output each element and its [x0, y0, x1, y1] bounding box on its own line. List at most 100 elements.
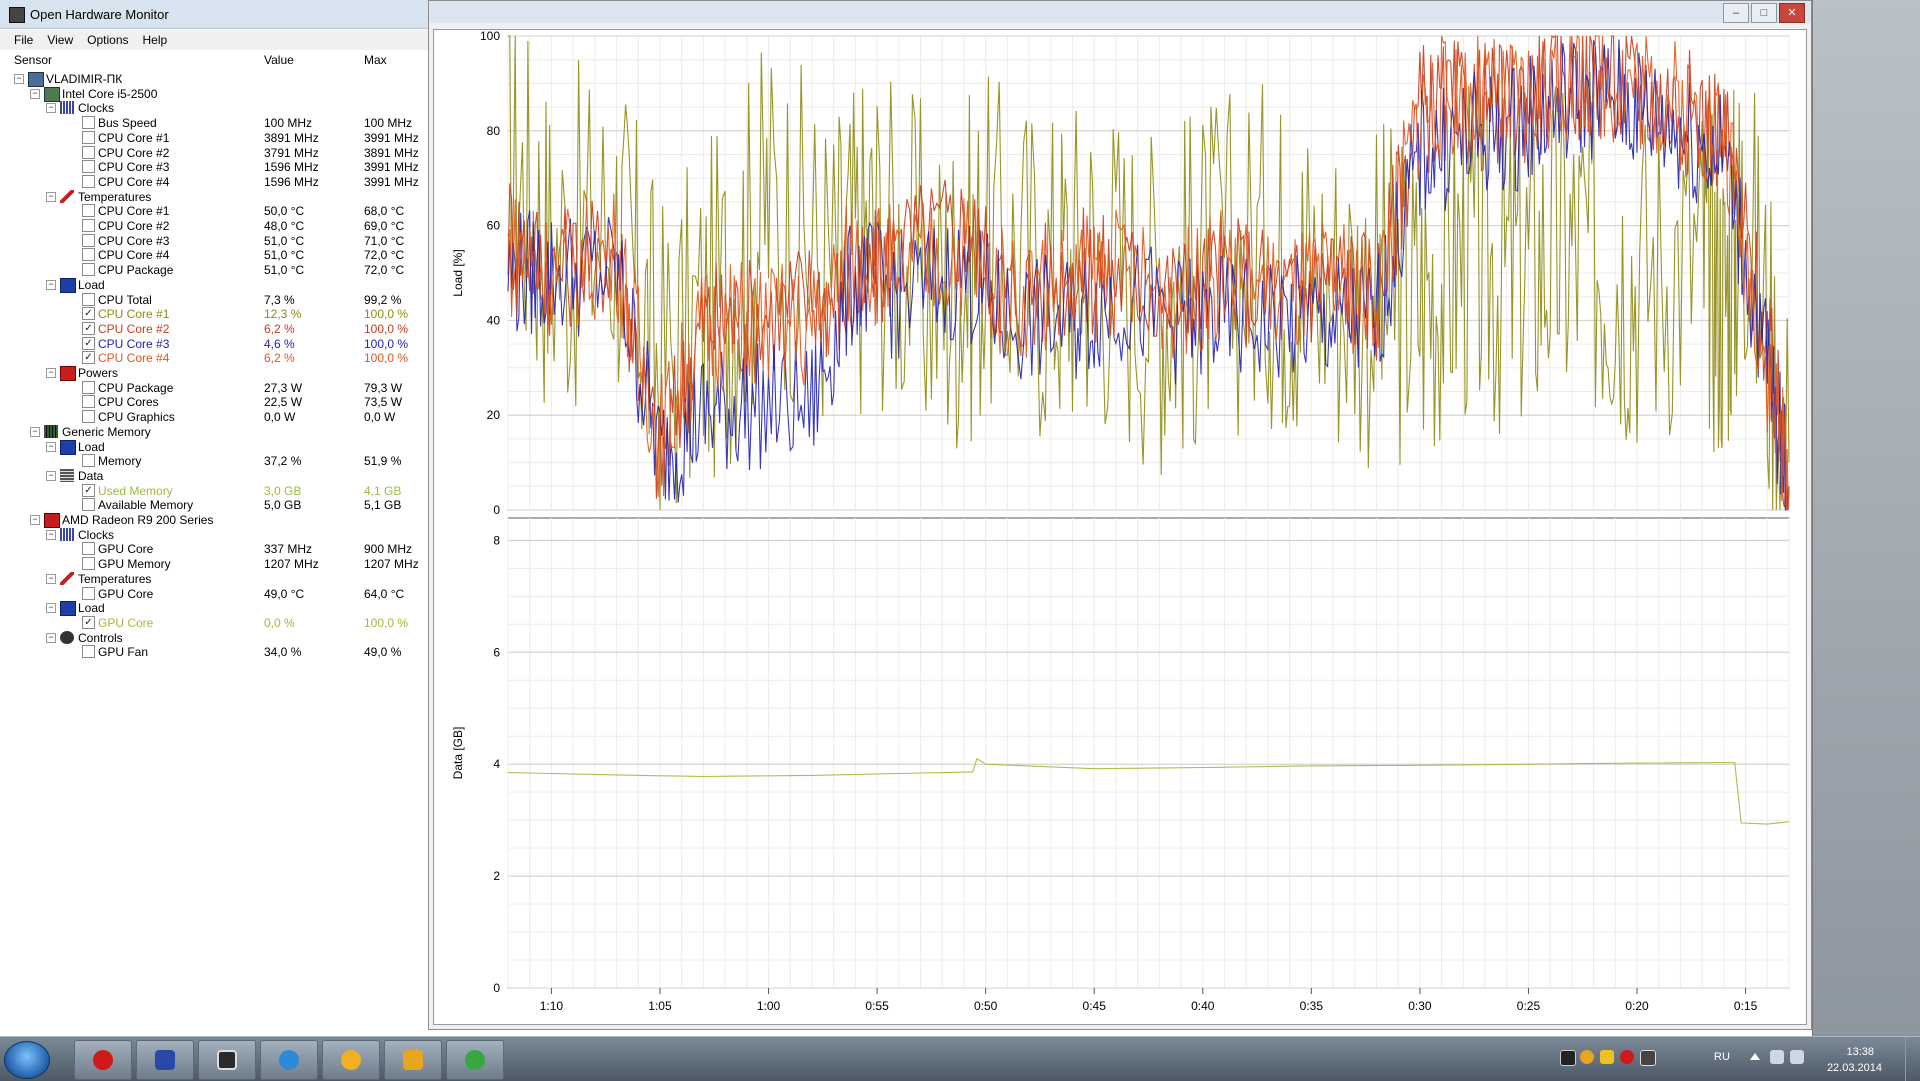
- y-tick-label: 8: [493, 533, 500, 547]
- collapse-toggle[interactable]: −: [46, 368, 56, 378]
- menu-view[interactable]: View: [47, 33, 73, 47]
- x-tick-label: 1:10: [540, 999, 564, 1013]
- plot-checkbox[interactable]: [82, 542, 95, 556]
- plot-checkbox[interactable]: ✓: [82, 336, 95, 350]
- plot-checkbox[interactable]: ✓: [82, 307, 95, 321]
- plot-checkbox[interactable]: ✓: [82, 351, 95, 365]
- collapse-toggle[interactable]: −: [46, 191, 56, 202]
- y-tick-label: 100: [480, 30, 500, 43]
- plot-checkbox[interactable]: [82, 219, 95, 232]
- tray-expand-icon[interactable]: [1750, 1053, 1760, 1060]
- plot-checkbox[interactable]: [82, 380, 95, 394]
- plot-checkbox[interactable]: [82, 233, 95, 247]
- monitor-icon[interactable]: [1560, 1050, 1576, 1066]
- collapse-toggle[interactable]: −: [46, 470, 56, 481]
- opera-icon[interactable]: [1620, 1050, 1634, 1064]
- y-tick-label: 4: [493, 757, 500, 771]
- close-button[interactable]: ✕: [1779, 3, 1805, 23]
- plot-checkbox[interactable]: [82, 645, 95, 659]
- x-tick-label: 1:00: [757, 999, 781, 1013]
- network-icon[interactable]: [1790, 1050, 1804, 1064]
- plot-checkbox[interactable]: ✓: [82, 321, 95, 335]
- plot-checkbox[interactable]: [82, 263, 95, 277]
- browser-icon: [279, 1050, 299, 1070]
- xbox-icon: [465, 1050, 485, 1070]
- minimize-button[interactable]: –: [1723, 3, 1749, 23]
- plot-checkbox[interactable]: [82, 498, 95, 512]
- taskbar: RU 13:38 22.03.2014: [0, 1036, 1920, 1081]
- menu-bar: File View Options Help: [0, 30, 440, 50]
- start-button[interactable]: [4, 1041, 50, 1079]
- y-tick-label: 40: [487, 313, 501, 327]
- plot-checkbox[interactable]: [82, 292, 95, 306]
- collapse-toggle[interactable]: −: [30, 426, 40, 437]
- plot-checkbox[interactable]: [82, 204, 95, 218]
- plot-checkbox[interactable]: [82, 174, 95, 188]
- y-tick-label: 0: [493, 503, 500, 517]
- radioactive-icon[interactable]: [1580, 1050, 1594, 1064]
- window-controls: – □ ✕: [1723, 3, 1805, 23]
- plot-checkbox[interactable]: [82, 130, 95, 144]
- system-tray: RU 13:38 22.03.2014: [1480, 1037, 1920, 1081]
- clock-icon: [60, 527, 74, 541]
- avast-icon[interactable]: [1600, 1050, 1614, 1064]
- collapse-toggle[interactable]: −: [46, 529, 56, 540]
- plot-checkbox[interactable]: ✓: [82, 483, 95, 497]
- plot-checkbox[interactable]: [82, 410, 95, 424]
- taskbar-browser[interactable]: [260, 1040, 318, 1080]
- x-tick-label: 0:40: [1191, 999, 1215, 1013]
- opera-icon: [93, 1050, 113, 1070]
- x-tick-label: 0:50: [974, 999, 998, 1013]
- column-max[interactable]: Max: [364, 53, 387, 67]
- volume-icon[interactable]: [1770, 1050, 1784, 1064]
- plot-checkbox[interactable]: [82, 160, 95, 174]
- taskbar-radioactive[interactable]: [322, 1040, 380, 1080]
- menu-help[interactable]: Help: [143, 33, 168, 47]
- menu-options[interactable]: Options: [87, 33, 128, 47]
- show-desktop-button[interactable]: [1905, 1037, 1920, 1081]
- collapse-toggle[interactable]: −: [46, 441, 56, 452]
- sensor-tree: − VLADIMIR-ПК − Intel Core i5-2500− Clocks Bu…: [0, 70, 426, 1036]
- language-indicator[interactable]: RU: [1714, 1051, 1730, 1063]
- collapse-toggle[interactable]: −: [46, 573, 56, 584]
- plot-svg: 0 20 40 60 80 100 Load [%] 0 2 4 6 8 Data [GB] 1:10 1:…: [451, 29, 1790, 1013]
- y-tick-label: 60: [487, 219, 501, 233]
- fan-icon: [60, 630, 74, 644]
- sensor-row[interactable]: GPU Fan 34,0 % 49,0 %: [0, 643, 426, 661]
- column-sensor[interactable]: Sensor: [14, 53, 52, 67]
- plot-checkbox[interactable]: [82, 145, 95, 159]
- plot-checkbox[interactable]: [82, 116, 95, 130]
- taskbar-opera[interactable]: [74, 1040, 132, 1080]
- collapse-toggle[interactable]: −: [46, 279, 56, 290]
- maximize-button[interactable]: □: [1751, 3, 1777, 23]
- plot-frame: [507, 517, 1790, 989]
- ohm-icon[interactable]: [1640, 1050, 1656, 1066]
- taskbar-xbox[interactable]: [446, 1040, 504, 1080]
- collapse-toggle[interactable]: −: [46, 603, 56, 614]
- clock-time[interactable]: 13:38: [1846, 1046, 1874, 1058]
- y-tick-label: 6: [493, 645, 500, 659]
- plot-checkbox[interactable]: [82, 454, 95, 468]
- collapse-toggle[interactable]: −: [30, 88, 40, 99]
- menu-file[interactable]: File: [14, 33, 33, 47]
- collapse-toggle[interactable]: −: [46, 103, 56, 114]
- plot-window: – □ ✕ 0 20 40 60 80 100 Load [%] 0 2 4 6 8 Data [GB]…: [428, 0, 1812, 1030]
- taskbar-ohm[interactable]: [198, 1040, 256, 1080]
- y-tick-label: 2: [493, 869, 500, 883]
- plot-checkbox[interactable]: [82, 248, 95, 262]
- plot-checkbox[interactable]: ✓: [82, 615, 95, 629]
- taskbar-save[interactable]: [136, 1040, 194, 1080]
- title-bar[interactable]: Open Hardware Monitor: [0, 0, 430, 29]
- column-value[interactable]: Value: [264, 53, 294, 67]
- collapse-toggle[interactable]: −: [14, 74, 24, 84]
- taskbar-avast[interactable]: [384, 1040, 442, 1080]
- collapse-toggle[interactable]: −: [30, 515, 40, 525]
- plot-checkbox[interactable]: [82, 586, 95, 600]
- y-axis-label: Data [GB]: [451, 727, 465, 780]
- plot-area: 0 20 40 60 80 100 Load [%] 0 2 4 6 8 Data [GB] 1:10 1:…: [433, 29, 1807, 1025]
- plot-checkbox[interactable]: [82, 395, 95, 409]
- plot-window-titlebar[interactable]: – □ ✕: [429, 1, 1811, 23]
- clock-date[interactable]: 22.03.2014: [1827, 1062, 1882, 1074]
- plot-checkbox[interactable]: [82, 557, 95, 571]
- collapse-toggle[interactable]: −: [46, 632, 56, 643]
